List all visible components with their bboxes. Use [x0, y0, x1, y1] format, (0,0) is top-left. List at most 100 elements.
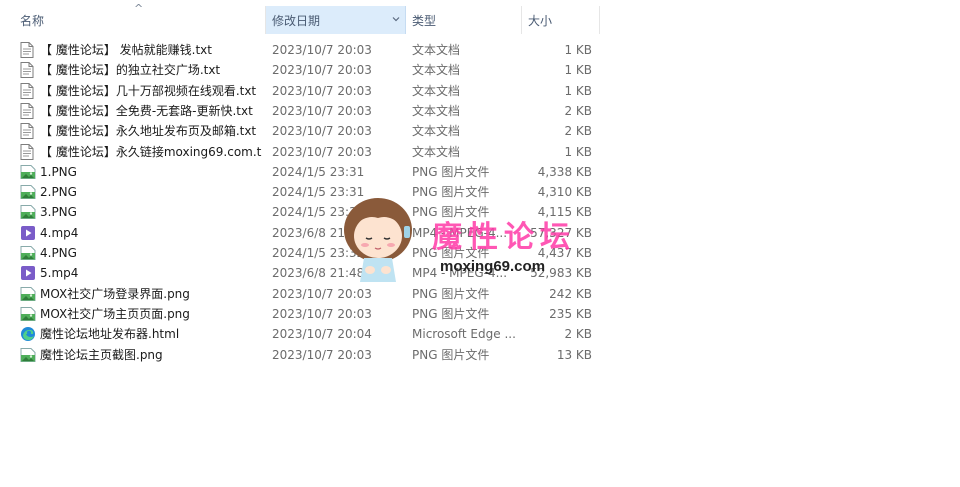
file-row[interactable]: 魔性论坛地址发布器.html 2023/10/7 20:04 Microsoft E…	[16, 324, 600, 344]
text-file-icon	[20, 82, 38, 99]
file-size: 2 KB	[564, 124, 592, 139]
file-name: 4.mp4	[40, 225, 79, 240]
file-type: PNG 图片文件	[412, 246, 490, 260]
file-type: 文本文档	[412, 144, 461, 159]
file-row[interactable]: 4.PNG 2024/1/5 23:32 PNG 图片文件 4,437 KB	[16, 243, 600, 263]
file-name: 2.PNG	[40, 185, 77, 200]
column-header-date[interactable]: 修改日期	[266, 6, 406, 34]
file-modified-date: 2023/10/7 20:03	[272, 63, 372, 78]
file-type: 文本文档	[412, 83, 461, 98]
file-type: PNG 图片文件	[412, 306, 490, 321]
file-modified-date: 2023/6/8 21:48	[272, 266, 365, 281]
column-header-size-label: 大小	[528, 13, 553, 28]
image-file-icon	[20, 245, 38, 261]
file-size: 4,437 KB	[537, 246, 592, 260]
file-row[interactable]: MOX社交广场主页页面.png 2023/10/7 20:03 PNG 图片文件 23…	[16, 304, 600, 324]
file-name: 【 魔性论坛】的独立社交广场.txt	[40, 63, 221, 78]
column-header-date-label: 修改日期	[272, 13, 321, 28]
file-modified-date: 2023/10/7 20:03	[272, 43, 372, 57]
file-modified-date: 2023/10/7 20:03	[272, 144, 372, 159]
file-row[interactable]: 【 魔性论坛】永久链接moxing69.com.txt 2023/10/7 20:…	[16, 142, 600, 162]
file-name: 魔性论坛主页截图.png	[40, 347, 163, 362]
file-name: 3.PNG	[40, 205, 77, 220]
text-file-icon	[20, 62, 38, 79]
file-row[interactable]: 【 魔性论坛】 发帖就能赚钱.txt 2023/10/7 20:03 文本文档 1 K…	[16, 40, 600, 60]
file-name: 【 魔性论坛】 发帖就能赚钱.txt	[40, 43, 212, 57]
file-row[interactable]: 5.mp4 2023/6/8 21:48 MP4 - MPEG-4... 52,983…	[16, 263, 600, 283]
video-file-icon	[20, 225, 38, 241]
text-file-icon	[20, 123, 38, 140]
file-name: 【 魔性论坛】永久链接moxing69.com.txt	[40, 144, 262, 159]
file-size: 52,983 KB	[530, 266, 592, 281]
file-row[interactable]: 2.PNG 2024/1/5 23:31 PNG 图片文件 4,310 KB	[16, 182, 600, 202]
file-modified-date: 2023/10/7 20:03	[272, 124, 372, 139]
file-name: 【 魔性论坛】全免费-无套路-更新快.txt	[40, 103, 253, 118]
image-file-icon	[20, 347, 38, 363]
file-size: 4,338 KB	[537, 164, 592, 179]
file-modified-date: 2023/10/7 20:04	[272, 327, 372, 342]
file-modified-date: 2023/10/7 20:03	[272, 83, 372, 98]
file-name: 1.PNG	[40, 164, 77, 179]
file-modified-date: 2023/10/7 20:03	[272, 286, 372, 301]
column-header-name[interactable]: 名称	[14, 6, 266, 34]
file-modified-date: 2024/1/5 23:31	[272, 164, 365, 179]
file-row[interactable]: 魔性论坛主页截图.png 2023/10/7 20:03 PNG 图片文件 13 KB	[16, 345, 600, 365]
file-name: 5.mp4	[40, 266, 79, 281]
file-row[interactable]: 【 魔性论坛】永久地址发布页及邮箱.txt 2023/10/7 20:03 文本文档…	[16, 121, 600, 141]
file-name: 【 魔性论坛】永久地址发布页及邮箱.txt	[40, 124, 257, 139]
file-name: 【 魔性论坛】几十万部视频在线观看.txt	[40, 83, 257, 98]
file-type: PNG 图片文件	[412, 347, 490, 362]
file-size: 4,310 KB	[537, 185, 592, 200]
file-name: 魔性论坛地址发布器.html	[40, 327, 180, 342]
file-size: 1 KB	[564, 63, 592, 78]
file-type: 文本文档	[412, 63, 461, 78]
file-name: MOX社交广场登录界面.png	[40, 286, 190, 301]
video-file-icon	[20, 265, 38, 281]
file-type: 文本文档	[412, 124, 461, 139]
file-type: PNG 图片文件	[412, 286, 490, 301]
text-file-icon	[20, 42, 38, 58]
file-size: 242 KB	[549, 286, 592, 301]
file-type: MP4 - MPEG-4...	[412, 266, 508, 281]
file-row[interactable]: 4.mp4 2023/6/8 21:48 MP4 - MPEG-4... 57,327…	[16, 223, 600, 243]
file-modified-date: 2023/10/7 20:03	[272, 306, 372, 321]
file-size: 235 KB	[549, 306, 592, 321]
file-type: MP4 - MPEG-4...	[412, 225, 508, 240]
image-file-icon	[20, 306, 38, 322]
file-size: 4,115 KB	[537, 205, 592, 220]
image-file-icon	[20, 286, 38, 302]
file-row[interactable]: MOX社交广场登录界面.png 2023/10/7 20:03 PNG 图片文件 24…	[16, 284, 600, 304]
file-type: PNG 图片文件	[412, 164, 490, 179]
column-header-name-label: 名称	[20, 13, 45, 28]
file-modified-date: 2023/6/8 21:48	[272, 225, 365, 240]
file-size: 2 KB	[564, 103, 592, 118]
column-header-size[interactable]: 大小	[522, 6, 600, 34]
file-name: MOX社交广场主页页面.png	[40, 306, 190, 321]
text-file-icon	[20, 102, 38, 119]
file-type: 文本文档	[412, 43, 461, 57]
image-file-icon	[20, 164, 38, 180]
file-row[interactable]: 【 魔性论坛】几十万部视频在线观看.txt 2023/10/7 20:03 文本文档…	[16, 81, 600, 101]
file-row[interactable]: 1.PNG 2024/1/5 23:31 PNG 图片文件 4,338 KB	[16, 162, 600, 182]
chevron-down-icon[interactable]	[391, 14, 401, 24]
column-header-bar: ^ 名称 修改日期 类型 大小	[0, 0, 960, 36]
file-modified-date: 2023/10/7 20:03	[272, 103, 372, 118]
file-row[interactable]: 【 魔性论坛】全免费-无套路-更新快.txt 2023/10/7 20:03 文本文…	[16, 101, 600, 121]
file-size: 1 KB	[564, 43, 592, 57]
column-header-type[interactable]: 类型	[406, 6, 522, 34]
file-type: PNG 图片文件	[412, 205, 490, 220]
file-row[interactable]: 3.PNG 2024/1/5 23:32 PNG 图片文件 4,115 KB	[16, 202, 600, 222]
image-file-icon	[20, 204, 38, 220]
text-file-icon	[20, 143, 38, 160]
file-explorer-window: ^ 名称 修改日期 类型 大小 【 魔性论坛】 发帖就能赚钱.txt 2023/1…	[0, 0, 960, 487]
edge-html-icon	[20, 326, 38, 342]
image-file-icon	[20, 184, 38, 200]
file-modified-date: 2023/10/7 20:03	[272, 347, 372, 362]
file-row[interactable]: 【 魔性论坛】的独立社交广场.txt 2023/10/7 20:03 文本文档 1 K…	[16, 60, 600, 80]
file-size: 1 KB	[564, 144, 592, 159]
file-size: 13 KB	[556, 347, 592, 362]
file-size: 2 KB	[564, 327, 592, 342]
column-header-type-label: 类型	[412, 13, 437, 28]
file-name: 4.PNG	[40, 246, 77, 260]
file-type: Microsoft Edge ...	[412, 327, 516, 342]
